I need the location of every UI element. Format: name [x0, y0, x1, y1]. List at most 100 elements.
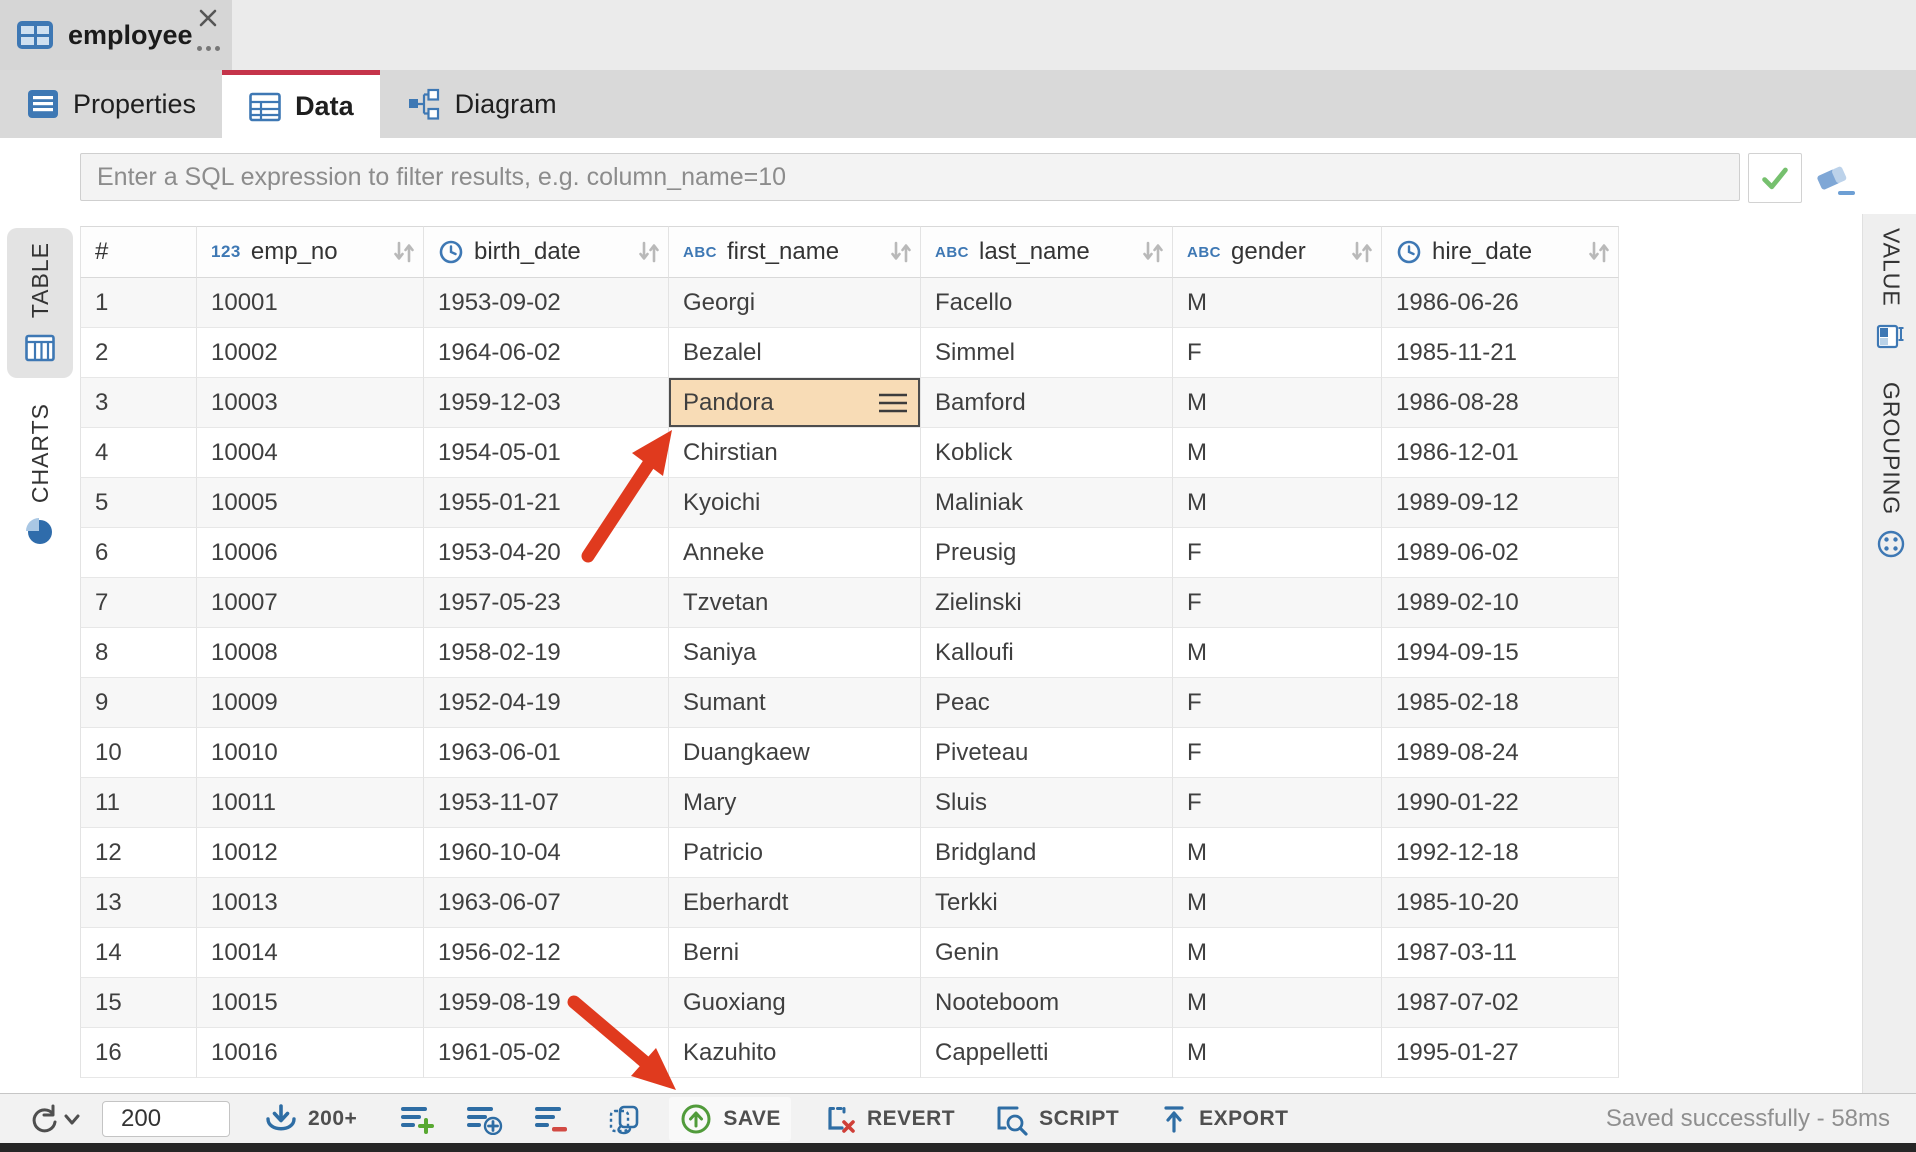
data-cell[interactable]: F [1173, 778, 1382, 828]
data-cell[interactable]: F [1173, 678, 1382, 728]
data-cell[interactable]: 10004 [197, 428, 424, 478]
row-number-cell[interactable]: 1 [80, 278, 197, 328]
data-cell[interactable]: Genin [921, 928, 1173, 978]
sort-icon[interactable] [391, 240, 417, 264]
rail-tab-grouping[interactable]: GROUPING [1873, 382, 1909, 647]
export-button[interactable]: EXPORT [1159, 1102, 1288, 1136]
data-cell[interactable]: Koblick [921, 428, 1173, 478]
data-cell[interactable]: Cappelletti [921, 1028, 1173, 1078]
data-cell[interactable]: F [1173, 578, 1382, 628]
data-cell[interactable]: 1985-02-18 [1382, 678, 1619, 728]
selected-cell[interactable]: Pandora [669, 378, 921, 428]
data-cell[interactable]: Mary [669, 778, 921, 828]
data-cell[interactable]: Kazuhito [669, 1028, 921, 1078]
data-cell[interactable]: 1955-01-21 [424, 478, 669, 528]
fetch-size-input[interactable] [102, 1101, 230, 1137]
refresh-row-button[interactable] [607, 1102, 643, 1136]
data-cell[interactable]: Facello [921, 278, 1173, 328]
data-cell[interactable]: 1985-10-20 [1382, 878, 1619, 928]
data-cell[interactable]: Kyoichi [669, 478, 921, 528]
data-cell[interactable]: 1989-06-02 [1382, 528, 1619, 578]
data-cell[interactable]: 1961-05-02 [424, 1028, 669, 1078]
data-cell[interactable]: Tzvetan [669, 578, 921, 628]
revert-button[interactable]: REVERT [821, 1101, 955, 1137]
data-cell[interactable]: Georgi [669, 278, 921, 328]
data-cell[interactable]: 10008 [197, 628, 424, 678]
data-cell[interactable]: Guoxiang [669, 978, 921, 1028]
data-cell[interactable]: 1954-05-01 [424, 428, 669, 478]
sort-icon[interactable] [1140, 240, 1166, 264]
save-button[interactable]: SAVE [669, 1097, 791, 1141]
rail-tab-charts[interactable]: CHARTS [7, 390, 73, 560]
data-cell[interactable]: 1960-10-04 [424, 828, 669, 878]
sort-icon[interactable] [1586, 240, 1612, 264]
close-icon[interactable] [196, 6, 220, 35]
data-cell[interactable]: 1986-06-26 [1382, 278, 1619, 328]
data-cell[interactable]: 10011 [197, 778, 424, 828]
cell-menu-icon[interactable] [878, 392, 908, 414]
data-cell[interactable]: Piveteau [921, 728, 1173, 778]
data-cell[interactable]: Kalloufi [921, 628, 1173, 678]
data-cell[interactable]: 1959-08-19 [424, 978, 669, 1028]
data-cell[interactable]: 1958-02-19 [424, 628, 669, 678]
data-cell[interactable]: 1986-08-28 [1382, 378, 1619, 428]
fetch-more-button[interactable]: 200+ [264, 1102, 357, 1136]
editor-tab-employee[interactable]: employee [0, 0, 232, 70]
data-cell[interactable]: 1985-11-21 [1382, 328, 1619, 378]
rail-tab-value[interactable]: VALUE [1873, 228, 1909, 378]
row-number-cell[interactable]: 8 [80, 628, 197, 678]
data-cell[interactable]: Bezalel [669, 328, 921, 378]
data-cell[interactable]: 1987-07-02 [1382, 978, 1619, 1028]
data-cell[interactable]: 1964-06-02 [424, 328, 669, 378]
data-cell[interactable]: 10016 [197, 1028, 424, 1078]
data-cell[interactable]: Terkki [921, 878, 1173, 928]
row-number-cell[interactable]: 3 [80, 378, 197, 428]
row-number-cell[interactable]: 4 [80, 428, 197, 478]
data-cell[interactable]: 1963-06-01 [424, 728, 669, 778]
data-cell[interactable]: M [1173, 978, 1382, 1028]
data-cell[interactable]: 1994-09-15 [1382, 628, 1619, 678]
data-cell[interactable]: Nooteboom [921, 978, 1173, 1028]
data-cell[interactable]: 10010 [197, 728, 424, 778]
row-number-cell[interactable]: 7 [80, 578, 197, 628]
tab-properties[interactable]: Properties [0, 70, 222, 138]
data-cell[interactable]: 1992-12-18 [1382, 828, 1619, 878]
data-cell[interactable]: Bridgland [921, 828, 1173, 878]
column-header-last_name[interactable]: ABClast_name [921, 226, 1173, 278]
data-cell[interactable]: M [1173, 428, 1382, 478]
data-cell[interactable]: 1989-09-12 [1382, 478, 1619, 528]
row-number-cell[interactable]: 10 [80, 728, 197, 778]
clear-filter-button[interactable] [1812, 156, 1858, 200]
data-cell[interactable]: 1957-05-23 [424, 578, 669, 628]
apply-filter-button[interactable] [1748, 153, 1802, 203]
refresh-button[interactable] [24, 1101, 80, 1137]
data-cell[interactable]: M [1173, 928, 1382, 978]
sort-icon[interactable] [1349, 240, 1375, 264]
data-cell[interactable]: Maliniak [921, 478, 1173, 528]
data-cell[interactable]: Berni [669, 928, 921, 978]
data-cell[interactable]: 1989-02-10 [1382, 578, 1619, 628]
row-number-cell[interactable]: 13 [80, 878, 197, 928]
column-header-birth_date[interactable]: birth_date [424, 226, 669, 278]
row-number-cell[interactable]: 11 [80, 778, 197, 828]
duplicate-row-button[interactable] [465, 1103, 503, 1135]
data-cell[interactable]: Peac [921, 678, 1173, 728]
data-cell[interactable]: Saniya [669, 628, 921, 678]
data-cell[interactable]: 1959-12-03 [424, 378, 669, 428]
row-number-cell[interactable]: 9 [80, 678, 197, 728]
data-cell[interactable]: 10013 [197, 878, 424, 928]
row-number-cell[interactable]: 14 [80, 928, 197, 978]
data-cell[interactable]: 1986-12-01 [1382, 428, 1619, 478]
data-cell[interactable]: 10001 [197, 278, 424, 328]
data-cell[interactable]: 10012 [197, 828, 424, 878]
data-cell[interactable]: Sumant [669, 678, 921, 728]
data-cell[interactable]: Zielinski [921, 578, 1173, 628]
data-cell[interactable]: 1952-04-19 [424, 678, 669, 728]
data-cell[interactable]: Simmel [921, 328, 1173, 378]
data-cell[interactable]: 1953-11-07 [424, 778, 669, 828]
column-header-first_name[interactable]: ABCfirst_name [669, 226, 921, 278]
delete-row-button[interactable] [533, 1103, 569, 1135]
sort-icon[interactable] [888, 240, 914, 264]
row-number-cell[interactable]: 16 [80, 1028, 197, 1078]
data-cell[interactable]: 1953-09-02 [424, 278, 669, 328]
